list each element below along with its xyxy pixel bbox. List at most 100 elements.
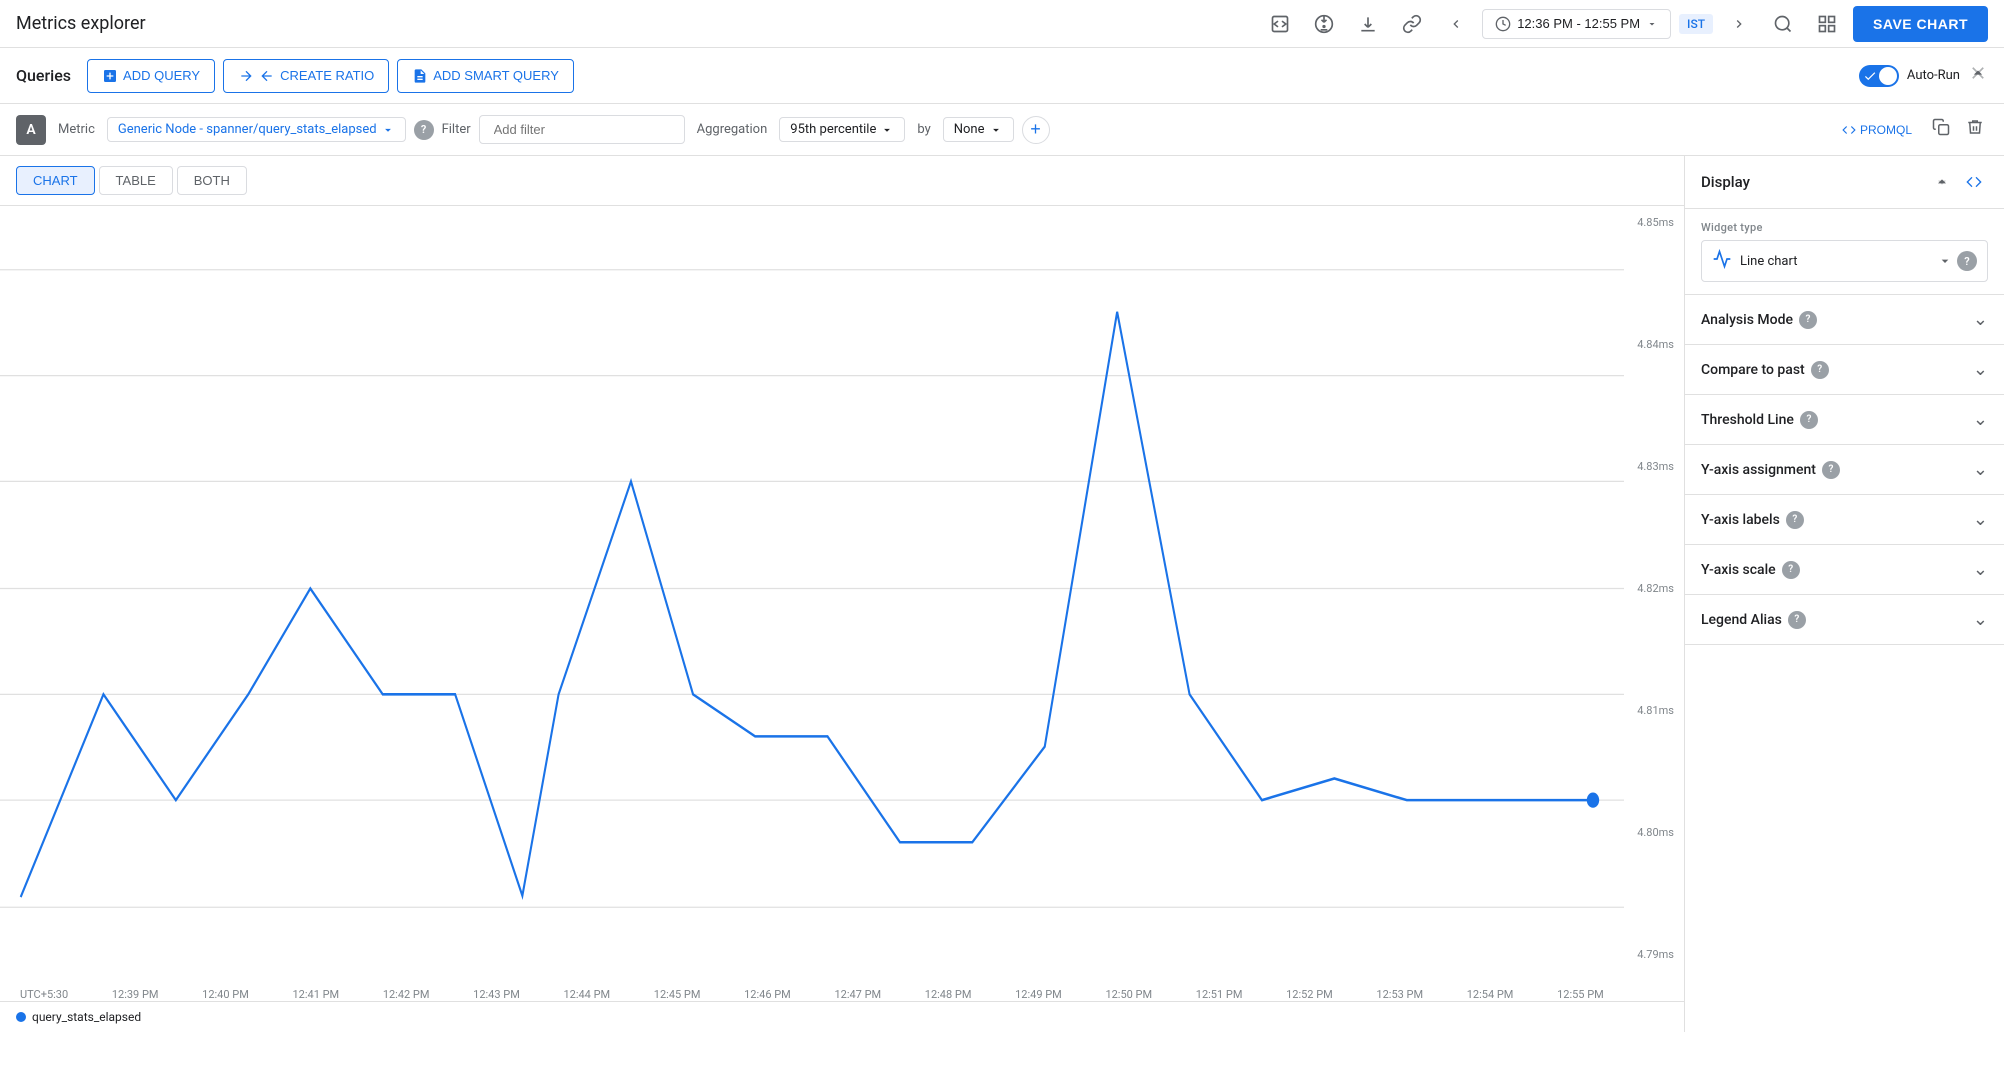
- collapse-queries-button[interactable]: [1968, 63, 1988, 88]
- x-label-0: UTC+5:30: [20, 988, 68, 1001]
- chart-legend: query_stats_elapsed: [0, 1001, 1684, 1032]
- x-label-7: 12:45 PM: [654, 988, 701, 1001]
- x-label-16: 12:54 PM: [1467, 988, 1514, 1001]
- legend-dot: [16, 1012, 26, 1022]
- x-label-3: 12:41 PM: [292, 988, 339, 1001]
- accordion-help-4[interactable]: ?: [1786, 511, 1804, 529]
- none-dropdown[interactable]: None: [943, 117, 1014, 142]
- last-data-point: [1587, 793, 1599, 808]
- queries-right: Auto-Run: [1859, 63, 1988, 88]
- x-label-2: 12:40 PM: [202, 988, 249, 1001]
- create-ratio-button[interactable]: CREATE RATIO: [223, 59, 389, 93]
- widget-type-help[interactable]: ?: [1957, 251, 1977, 271]
- x-label-13: 12:51 PM: [1196, 988, 1243, 1001]
- tab-table[interactable]: TABLE: [99, 166, 173, 195]
- accordion-title-0: Analysis Mode: [1701, 312, 1793, 328]
- save-chart-button[interactable]: SAVE CHART: [1853, 6, 1988, 42]
- add-smart-query-button[interactable]: ADD SMART QUERY: [397, 59, 574, 93]
- accordion-help-6[interactable]: ?: [1788, 611, 1806, 629]
- accordion-help-1[interactable]: ?: [1811, 361, 1829, 379]
- layout-icon-button[interactable]: [1809, 6, 1845, 42]
- accordion-list: Analysis Mode ? ⌄ Compare to past ? ⌄ Th…: [1685, 295, 2004, 645]
- metric-dropdown[interactable]: Generic Node - spanner/query_stats_elaps…: [107, 117, 406, 142]
- chevron-down-1: ⌄: [1973, 359, 1988, 380]
- link-icon-button[interactable]: [1394, 6, 1430, 42]
- chevron-down-4: ⌄: [1973, 509, 1988, 530]
- widget-type-name: Line chart: [1740, 254, 1797, 269]
- accordion-analysis-mode[interactable]: Analysis Mode ? ⌄: [1685, 295, 2004, 345]
- chart-svg: [0, 206, 1624, 971]
- widget-type-section: Widget type Line chart ?: [1685, 209, 2004, 295]
- app-header: Metrics explorer 12:36 PM - 12:55 PM IST: [0, 0, 2004, 48]
- metric-help-button[interactable]: ?: [414, 120, 434, 140]
- filter-prefix-label: Filter: [442, 122, 471, 137]
- x-label-11: 12:49 PM: [1015, 988, 1062, 1001]
- accordion-help-2[interactable]: ?: [1800, 411, 1818, 429]
- accordion-yaxis-assignment[interactable]: Y-axis assignment ? ⌄: [1685, 445, 2004, 495]
- query-label-a: A: [16, 115, 46, 145]
- y-label-6: 4.79ms: [1637, 948, 1674, 961]
- filter-container[interactable]: [479, 115, 685, 144]
- promql-label: PROMQL: [1860, 123, 1912, 137]
- chevron-down-2: ⌄: [1973, 409, 1988, 430]
- none-value: None: [954, 122, 985, 137]
- accordion-yaxis-scale[interactable]: Y-axis scale ? ⌄: [1685, 545, 2004, 595]
- widget-type-select[interactable]: Line chart ?: [1701, 240, 1988, 282]
- download-icon-button[interactable]: [1350, 6, 1386, 42]
- y-label-0: 4.85ms: [1637, 216, 1674, 229]
- accordion-help-0[interactable]: ?: [1799, 311, 1817, 329]
- prev-time-button[interactable]: [1438, 6, 1474, 42]
- search-icon-button[interactable]: [1765, 6, 1801, 42]
- x-label-15: 12:53 PM: [1376, 988, 1423, 1001]
- y-axis-labels: 4.85ms 4.84ms 4.83ms 4.82ms 4.81ms 4.80m…: [1637, 206, 1674, 971]
- timezone-badge: IST: [1679, 14, 1713, 34]
- accordion-title-1: Compare to past: [1701, 362, 1805, 378]
- query-row-right: PROMQL: [1796, 114, 1988, 145]
- time-range-button[interactable]: 12:36 PM - 12:55 PM: [1482, 9, 1671, 39]
- metric-value: Generic Node - spanner/query_stats_elaps…: [118, 122, 377, 137]
- display-sort-up-button[interactable]: [1928, 168, 1956, 196]
- display-title: Display: [1701, 173, 1750, 191]
- line-chart-icon: [1712, 249, 1732, 273]
- time-range-label: 12:36 PM - 12:55 PM: [1517, 16, 1640, 31]
- add-filter-button[interactable]: +: [1022, 116, 1050, 144]
- accordion-help-3[interactable]: ?: [1822, 461, 1840, 479]
- accordion-title-6: Legend Alias: [1701, 612, 1782, 628]
- tab-chart[interactable]: CHART: [16, 166, 95, 195]
- accordion-yaxis-labels[interactable]: Y-axis labels ? ⌄: [1685, 495, 2004, 545]
- embed-icon-button[interactable]: [1262, 6, 1298, 42]
- accordion-compare-to-past[interactable]: Compare to past ? ⌄: [1685, 345, 2004, 395]
- x-label-8: 12:46 PM: [744, 988, 791, 1001]
- delete-query-button[interactable]: [1962, 114, 1988, 145]
- add-query-button[interactable]: ADD QUERY: [87, 59, 215, 93]
- accordion-threshold-line[interactable]: Threshold Line ? ⌄: [1685, 395, 2004, 445]
- auto-run-toggle[interactable]: [1859, 65, 1899, 87]
- add-query-label: ADD QUERY: [123, 68, 200, 83]
- add-smart-query-label: ADD SMART QUERY: [433, 68, 559, 83]
- x-label-14: 12:52 PM: [1286, 988, 1333, 1001]
- display-collapse-button[interactable]: [1960, 168, 1988, 196]
- x-label-10: 12:48 PM: [925, 988, 972, 1001]
- widget-type-left: Line chart: [1712, 249, 1797, 273]
- display-header: Display: [1685, 156, 2004, 209]
- widget-type-actions: ?: [1937, 251, 1977, 271]
- next-time-button[interactable]: [1721, 6, 1757, 42]
- auto-run-label: Auto-Run: [1907, 68, 1960, 83]
- accordion-help-5[interactable]: ?: [1782, 561, 1800, 579]
- accordion-legend-alias[interactable]: Legend Alias ? ⌄: [1685, 595, 2004, 645]
- chart-svg-container: [0, 206, 1624, 971]
- aggregation-prefix-label: Aggregation: [697, 122, 768, 137]
- create-ratio-label: CREATE RATIO: [280, 68, 374, 83]
- aggregation-dropdown[interactable]: 95th percentile: [779, 117, 905, 142]
- save-icon-button[interactable]: [1306, 6, 1342, 42]
- promql-button[interactable]: PROMQL: [1834, 119, 1920, 141]
- accordion-title-5: Y-axis scale: [1701, 562, 1776, 578]
- filter-input[interactable]: [486, 118, 678, 141]
- tab-both[interactable]: BOTH: [177, 166, 247, 195]
- app-title: Metrics explorer: [16, 13, 146, 34]
- copy-query-button[interactable]: [1928, 114, 1954, 145]
- chevron-down-6: ⌄: [1973, 609, 1988, 630]
- metric-prefix-label: Metric: [58, 122, 95, 137]
- query-row-a: A Metric Generic Node - spanner/query_st…: [0, 104, 2004, 156]
- y-label-5: 4.80ms: [1637, 826, 1674, 839]
